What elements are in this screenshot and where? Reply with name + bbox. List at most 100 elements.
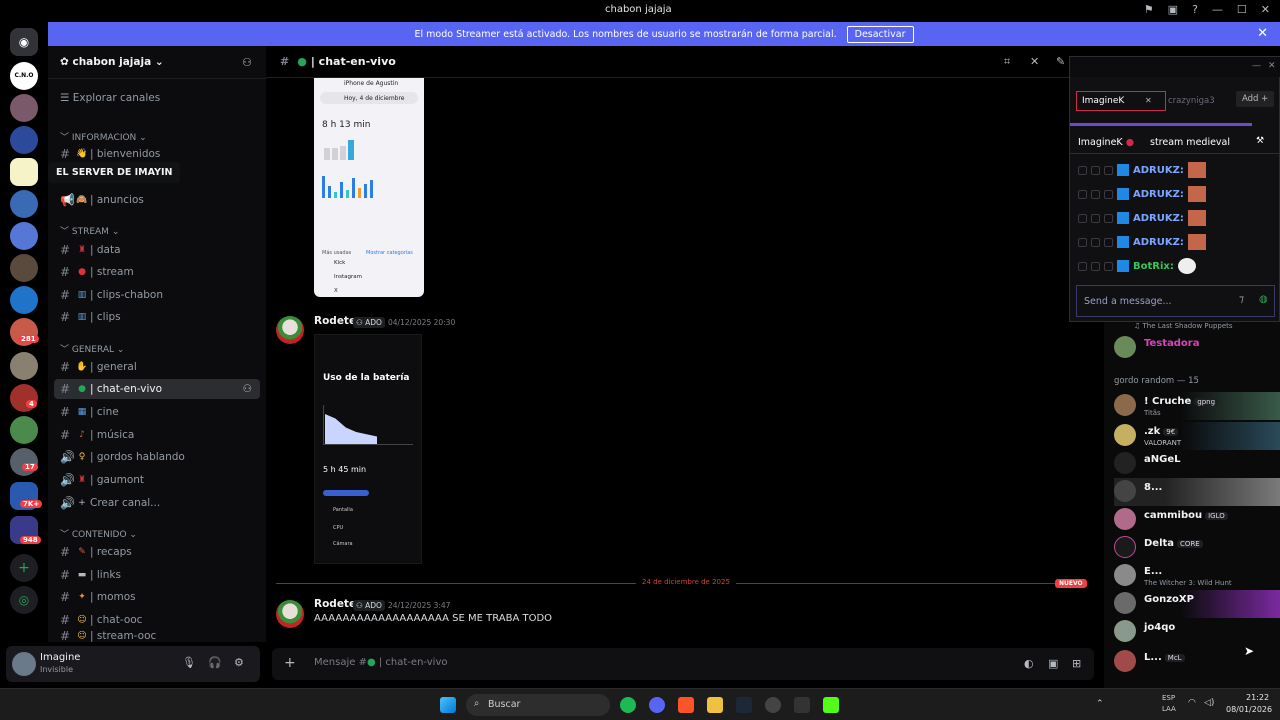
invite-icon[interactable]: ⚇ <box>242 56 252 69</box>
deactivate-button[interactable]: Desactivar <box>846 25 914 43</box>
globe-icon[interactable]: ◍ <box>1259 294 1268 305</box>
overlay-tab-active[interactable]: ImagineK ✕ <box>1076 91 1166 111</box>
file-explorer-icon[interactable] <box>707 697 723 713</box>
translate-icon[interactable]: ⁊ <box>1239 294 1244 305</box>
minimize-icon[interactable]: — <box>1212 3 1223 16</box>
pin-icon[interactable]: ⚑ <box>1144 3 1154 16</box>
member-item[interactable]: ! Cruche gpng Titãs <box>1114 392 1280 420</box>
add-server-icon[interactable]: + <box>10 554 38 582</box>
maximize-icon[interactable]: ☐ <box>1237 3 1247 16</box>
channel-recaps[interactable]: # ✎ | recaps <box>54 542 260 562</box>
kick-icon[interactable] <box>823 697 839 713</box>
member-item[interactable]: L... McL <box>1114 648 1280 676</box>
member-item[interactable]: Delta CORE <box>1114 534 1280 562</box>
server-icon[interactable] <box>10 448 38 476</box>
channel-links[interactable]: # ▬ | links <box>54 565 260 585</box>
category-general[interactable]: ﹀ GENERAL ⌄ <box>60 342 124 355</box>
channel-clips-chabon[interactable]: # ▥ | clips-chabon <box>54 285 260 305</box>
channel-cine[interactable]: # ▦ | cine <box>54 402 260 422</box>
headphones-icon[interactable]: 🎧 <box>208 656 222 669</box>
app-icon[interactable] <box>794 697 810 713</box>
category-stream[interactable]: ﹀ STREAM ⌄ <box>60 224 119 237</box>
message-author[interactable]: Rodete <box>314 598 356 610</box>
attachment-image-iphone[interactable]: iPhone de Agustin Hoy, 4 de diciembre 8 … <box>314 78 424 297</box>
obs-icon[interactable] <box>765 697 781 713</box>
channel-clips[interactable]: # ▥ | clips <box>54 307 260 327</box>
taskbar-search[interactable]: ⌕ Buscar <box>466 694 610 716</box>
minimize-icon[interactable]: — <box>1252 61 1261 71</box>
discover-icon[interactable]: ◎ <box>10 586 38 614</box>
language-indicator[interactable]: ESP <box>1162 694 1175 702</box>
close-icon[interactable]: ✕ <box>1268 61 1276 71</box>
inbox-icon[interactable]: ▣ <box>1168 3 1178 16</box>
avatar[interactable] <box>276 316 304 344</box>
explore-channels[interactable]: ☰ Explorar canales <box>60 92 160 104</box>
add-member-icon[interactable]: ⚇ <box>243 383 252 395</box>
threads-icon[interactable]: ⌗ <box>1004 55 1010 69</box>
discord-icon[interactable] <box>649 697 665 713</box>
windows-start-icon[interactable] <box>440 697 456 713</box>
apps-icon[interactable]: ⊞ <box>1072 657 1081 670</box>
mute-icon[interactable]: ✕ <box>1030 55 1039 68</box>
message-author[interactable]: Rodete <box>314 315 356 327</box>
overlay-message-input[interactable]: Send a message... ⁊ ◍ <box>1076 285 1275 317</box>
category-info[interactable]: ﹀ INFORMACION ⌄ <box>60 130 147 143</box>
gear-icon[interactable]: ⚙ <box>234 656 244 669</box>
create-channel[interactable]: 🔊 + Crear canal... <box>54 493 260 513</box>
server-icon[interactable] <box>10 286 38 314</box>
channel-stream[interactable]: # ● | stream <box>54 262 260 282</box>
channel-chat-ooc[interactable]: # ☺ | chat-ooc <box>54 610 260 630</box>
server-cno[interactable]: C.N.O <box>10 62 38 90</box>
channel-stream-ooc[interactable]: # ☺ | stream-ooc <box>54 630 260 642</box>
avatar[interactable] <box>12 652 36 676</box>
attachment-image-battery[interactable]: Uso de la batería 5 h 45 min Pantalla CP… <box>314 334 422 564</box>
message-composer[interactable]: + Mensaje #● | chat-en-vivo ◐ ▣ ⊞ <box>272 648 1094 680</box>
server-imayin[interactable] <box>10 158 38 186</box>
channel-anuncios[interactable]: 📢 🙈 | anuncios <box>54 190 260 210</box>
member-item[interactable]: Testadora <box>1114 334 1280 362</box>
add-tab-button[interactable]: Add + <box>1236 91 1275 107</box>
member-item[interactable]: .zk 9€ VALORANT <box>1114 422 1280 450</box>
member-item[interactable]: E... The Witcher 3: Wild Hunt <box>1114 562 1280 590</box>
channel-gaumont[interactable]: 🔊 ♜ | gaumont <box>54 470 260 490</box>
pin-icon[interactable]: ✎ <box>1056 55 1065 68</box>
member-item[interactable]: 8... <box>1114 478 1280 506</box>
mod-icon[interactable]: ⚒ <box>1256 136 1264 146</box>
gif-icon[interactable]: ▣ <box>1048 657 1058 670</box>
spotify-icon[interactable] <box>620 697 636 713</box>
channel-momos[interactable]: # ✦ | momos <box>54 587 260 607</box>
attach-plus-icon[interactable]: + <box>284 655 296 671</box>
channel-gordos-hablando[interactable]: 🔊 ♀ | gordos hablando <box>54 447 260 467</box>
microphone-icon[interactable]: 🎙 <box>182 656 196 669</box>
channel-general[interactable]: # ✋ | general <box>54 357 260 377</box>
steam-icon[interactable] <box>736 697 752 713</box>
banner-close-icon[interactable]: ✕ <box>1257 26 1268 41</box>
volume-icon[interactable]: ◁) <box>1204 698 1214 708</box>
close-tab-icon[interactable]: ✕ <box>1145 96 1152 105</box>
member-item[interactable]: aNGeL <box>1114 450 1280 478</box>
chevron-up-icon[interactable]: ⌃ <box>1096 699 1104 709</box>
user-name[interactable]: Imagine <box>40 652 80 663</box>
brave-icon[interactable] <box>678 697 694 713</box>
server-icon[interactable] <box>10 190 38 218</box>
gift-icon[interactable]: ◐ <box>1024 657 1034 670</box>
member-item[interactable]: jo4qo <box>1114 618 1280 646</box>
member-item[interactable]: GonzoXP <box>1114 590 1280 618</box>
avatar[interactable] <box>276 600 304 628</box>
channel-chat-en-vivo[interactable]: # ● | chat-en-vivo ⚇ <box>54 379 260 399</box>
channel-musica[interactable]: # ♪ | música <box>54 425 260 445</box>
server-name[interactable]: ✿ chabon jajaja ⌄ <box>60 56 164 68</box>
overlay-tab[interactable]: crazyniga3 <box>1168 96 1215 106</box>
server-icon[interactable] <box>10 222 38 250</box>
channel-data[interactable]: # ♜ | data <box>54 240 260 260</box>
member-item[interactable]: cammibou IGLO <box>1114 506 1280 534</box>
clock-time[interactable]: 21:22 <box>1246 693 1269 702</box>
server-icon[interactable] <box>10 352 38 380</box>
help-icon[interactable]: ? <box>1192 3 1198 16</box>
server-icon[interactable] <box>10 94 38 122</box>
wifi-icon[interactable]: ◠ <box>1188 698 1196 708</box>
discord-home-icon[interactable]: ◉ <box>10 28 38 56</box>
close-window-icon[interactable]: ✕ <box>1261 3 1270 16</box>
channel-bienvenidos[interactable]: # 👋 | bienvenidos <box>54 144 260 164</box>
server-icon[interactable] <box>10 254 38 282</box>
